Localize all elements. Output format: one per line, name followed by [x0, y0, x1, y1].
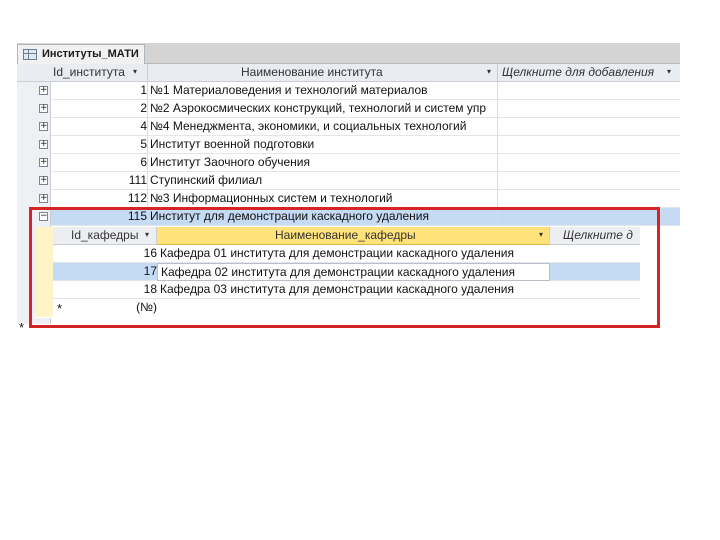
table-row[interactable]: 4 №4 Менеджмента, экономики, и социальны…	[51, 118, 680, 136]
expand-plus-icon[interactable]: +	[39, 194, 48, 203]
expand-plus-icon[interactable]: +	[39, 140, 48, 149]
cell-institute-id[interactable]: 111	[51, 172, 147, 190]
highlight-annotation-box	[29, 207, 660, 328]
expand-plus-icon[interactable]: +	[39, 158, 48, 167]
cell-institute-id[interactable]: 2	[51, 100, 147, 118]
column-header-id[interactable]: Id_института	[53, 64, 137, 82]
cell-institute-name[interactable]: Институт Заочного обучения	[150, 154, 497, 172]
expand-plus-icon[interactable]: +	[39, 104, 48, 113]
table-row[interactable]: 2 №2 Аэрокосмических конструкций, технол…	[51, 100, 680, 118]
cell-institute-id[interactable]: 4	[51, 118, 147, 136]
cell-institute-id[interactable]: 6	[51, 154, 147, 172]
column-divider	[147, 64, 148, 82]
new-record-marker-icon: *	[19, 320, 25, 335]
column-header-add[interactable]: Щелкните для добавления	[502, 64, 662, 82]
column-divider	[497, 82, 498, 226]
cell-institute-id[interactable]: 112	[51, 190, 147, 208]
tab-institutes-mati[interactable]: Институты_МАТИ	[17, 44, 145, 65]
sort-dropdown-icon[interactable]: ▾	[487, 67, 491, 76]
table-row[interactable]: 5 Институт военной подготовки	[51, 136, 680, 154]
table-row[interactable]: 111 Ступинский филиал	[51, 172, 680, 190]
table-row[interactable]: 112 №3 Информационных систем и технологи…	[51, 190, 680, 208]
sort-dropdown-icon[interactable]: ▾	[667, 67, 671, 76]
expand-plus-icon[interactable]: +	[39, 86, 48, 95]
table-row[interactable]: 6 Институт Заочного обучения	[51, 154, 680, 172]
expand-plus-icon[interactable]: +	[39, 122, 48, 131]
sort-dropdown-icon[interactable]: ▾	[133, 67, 137, 76]
cell-institute-name[interactable]: №4 Менеджмента, экономики, и социальных …	[150, 118, 497, 136]
table-icon	[23, 49, 37, 60]
column-header-row: Id_института ▾ Наименование института ▾ …	[17, 64, 680, 82]
expand-plus-icon[interactable]: +	[39, 176, 48, 185]
cell-institute-name[interactable]: №3 Информационных систем и технологий	[150, 190, 497, 208]
table-row[interactable]: 1 №1 Материаловедения и технологий матер…	[51, 82, 680, 100]
cell-institute-name[interactable]: Институт военной подготовки	[150, 136, 497, 154]
tab-label: Институты_МАТИ	[42, 48, 139, 60]
cell-institute-name[interactable]: №2 Аэрокосмических конструкций, технолог…	[150, 100, 497, 118]
cell-institute-id[interactable]: 5	[51, 136, 147, 154]
column-divider	[497, 64, 498, 82]
cell-institute-name[interactable]: №1 Материаловедения и технологий материа…	[150, 82, 497, 100]
column-header-name[interactable]: Наименование института	[241, 64, 391, 82]
cell-institute-id[interactable]: 1	[51, 82, 147, 100]
column-divider	[147, 82, 148, 226]
cell-institute-name[interactable]: Ступинский филиал	[150, 172, 497, 190]
